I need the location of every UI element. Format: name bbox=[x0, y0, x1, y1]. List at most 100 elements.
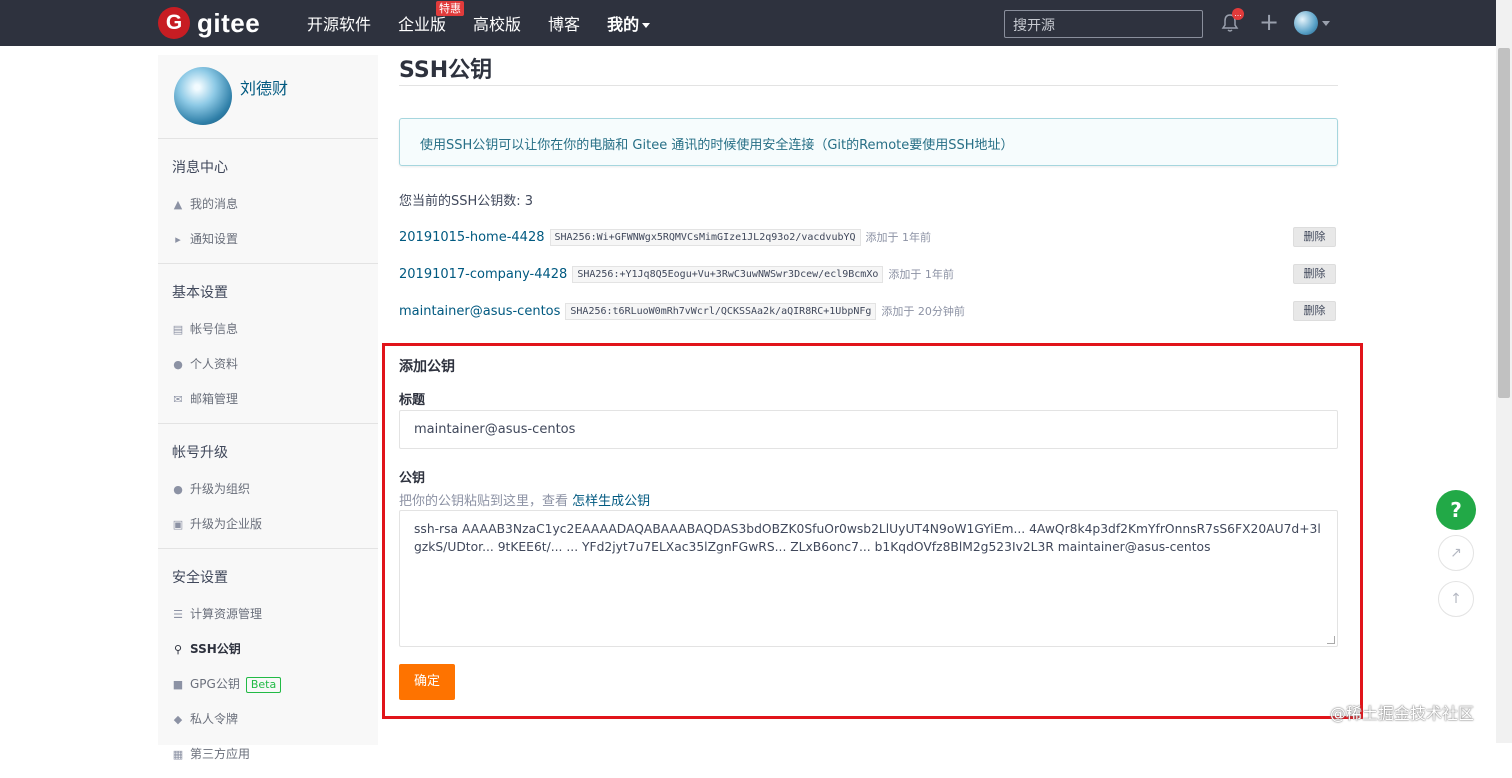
main-nav: 开源软件 企业版 特惠 高校版 博客 我的 bbox=[307, 0, 677, 46]
section-messages: 消息中心 ▲ 我的消息 ▸ 通知设置 bbox=[158, 139, 378, 264]
sidebar-item-email[interactable]: ✉ 邮箱管理 bbox=[158, 382, 378, 417]
share-button[interactable]: ↗ bbox=[1438, 535, 1474, 571]
sidebar-item-upgrade-enterprise[interactable]: ▣ 升级为企业版 bbox=[158, 507, 378, 542]
promo-badge: 特惠 bbox=[436, 1, 465, 16]
ssh-key-row: maintainer@asus-centos SHA256:t6RLuoW0mR… bbox=[399, 300, 1338, 322]
avatar[interactable] bbox=[174, 67, 232, 125]
sidebar-item-third-party-apps[interactable]: ▦ 第三方应用 bbox=[158, 737, 378, 772]
title-label: 标题 bbox=[399, 393, 426, 408]
sidebar-item-private-tokens[interactable]: ◆ 私人令牌 bbox=[158, 702, 378, 737]
section-title: 基本设置 bbox=[172, 285, 228, 301]
beta-badge: Beta bbox=[245, 676, 282, 693]
key-label: 公钥 bbox=[399, 471, 426, 486]
ssh-key-count: 您当前的SSH公钥数: 3 bbox=[399, 194, 534, 209]
nav-mine-label: 我的 bbox=[607, 15, 640, 34]
lock-icon: ■ bbox=[172, 678, 184, 691]
ssh-key-name[interactable]: 20191017-company-4428 bbox=[399, 267, 567, 282]
group-icon: ● bbox=[173, 483, 183, 496]
user-icon: ● bbox=[173, 358, 183, 371]
ssh-key-name[interactable]: 20191015-home-4428 bbox=[399, 230, 545, 245]
resize-handle-icon[interactable] bbox=[1327, 636, 1335, 644]
key-icon: ⚲ bbox=[173, 643, 183, 656]
sidebar-item-label: 升级为组织 bbox=[190, 482, 251, 496]
nav-blog[interactable]: 博客 bbox=[548, 11, 580, 35]
scrollbar-thumb[interactable] bbox=[1498, 48, 1510, 398]
notification-badge: ... bbox=[1232, 8, 1244, 20]
sidebar-item-label: 升级为企业版 bbox=[190, 517, 263, 531]
settings-sidebar: 刘德财 消息中心 ▲ 我的消息 ▸ 通知设置 基本设置 ▤ 帐号信息 ● 个人资料 ✉ 邮… bbox=[158, 55, 378, 761]
plus-icon[interactable]: + bbox=[1259, 10, 1279, 34]
sidebar-item-label: 个人资料 bbox=[190, 357, 239, 371]
ssh-key-fingerprint: SHA256:t6RLuoW0mRh7vWcrl/QCKSSAa2k/aQIR8… bbox=[565, 302, 877, 320]
delete-key-button[interactable]: 删除 bbox=[1293, 264, 1336, 284]
delete-key-button[interactable]: 删除 bbox=[1293, 301, 1336, 321]
nav-enterprise[interactable]: 企业版 特惠 bbox=[398, 1, 465, 35]
ssh-key-fingerprint: SHA256:+Y1Jq8Q5Eogu+Vu+3RwC3uwNWSwr3Dcew… bbox=[572, 265, 884, 283]
sidebar-item-label: 私人令牌 bbox=[190, 712, 239, 726]
nav-mine[interactable]: 我的 bbox=[607, 11, 651, 35]
sidebar-item-account-info[interactable]: ▤ 帐号信息 bbox=[158, 312, 378, 347]
building-icon: ▣ bbox=[172, 518, 184, 531]
back-to-top-button[interactable]: ↑ bbox=[1438, 581, 1474, 617]
how-to-generate-link[interactable]: 怎样生成公钥 bbox=[572, 494, 650, 509]
key-title-input[interactable]: maintainer@asus-centos bbox=[399, 410, 1338, 449]
bell-icon: ▲ bbox=[173, 198, 183, 211]
search-input[interactable]: 搜开源 bbox=[1004, 10, 1203, 38]
section-security: 安全设置 ☰ 计算资源管理 ⚲ SSH公钥 ■ GPG公钥 Beta ◆ 私人令牌 ▦ 第三… bbox=[158, 549, 378, 778]
gitee-logo-text: gitee bbox=[197, 7, 261, 38]
profile-card: 刘德财 bbox=[158, 55, 378, 139]
sidebar-item-label: SSH公钥 bbox=[190, 642, 241, 656]
ssh-key-added-time: 添加于 20分钟前 bbox=[881, 305, 965, 318]
username-link[interactable]: 刘德财 bbox=[240, 75, 288, 99]
section-title: 安全设置 bbox=[172, 570, 228, 586]
ssh-key-added-time: 添加于 1年前 bbox=[865, 231, 932, 244]
sidebar-item-upgrade-org[interactable]: ● 升级为组织 bbox=[158, 472, 378, 507]
help-button[interactable]: ? bbox=[1436, 490, 1476, 530]
sidebar-item-label: GPG公钥 bbox=[190, 677, 240, 691]
ssh-key-name[interactable]: maintainer@asus-centos bbox=[399, 304, 560, 319]
submit-button[interactable]: 确定 bbox=[399, 664, 455, 700]
delete-key-button[interactable]: 删除 bbox=[1293, 227, 1336, 247]
sidebar-item-ssh-keys[interactable]: ⚲ SSH公钥 bbox=[158, 632, 378, 667]
sidebar-item-notification-settings[interactable]: ▸ 通知设置 bbox=[158, 222, 378, 257]
nav-university[interactable]: 高校版 bbox=[473, 11, 521, 35]
volume-icon: ▸ bbox=[175, 233, 181, 246]
share-icon: ↗ bbox=[1450, 545, 1462, 561]
watermark: @稀土掘金技术社区 bbox=[1330, 704, 1475, 723]
section-basic: 基本设置 ▤ 帐号信息 ● 个人资料 ✉ 邮箱管理 bbox=[158, 264, 378, 424]
avatar-chevron-down-icon[interactable] bbox=[1322, 21, 1330, 26]
add-key-heading: 添加公钥 bbox=[399, 359, 455, 375]
sidebar-item-profile[interactable]: ● 个人资料 bbox=[158, 347, 378, 382]
title-divider bbox=[399, 85, 1338, 86]
mail-icon: ✉ bbox=[173, 393, 183, 406]
sidebar-item-label: 帐号信息 bbox=[190, 322, 239, 336]
sidebar-item-label: 第三方应用 bbox=[190, 747, 251, 761]
sidebar-item-label: 通知设置 bbox=[190, 232, 239, 246]
app-icon: ▦ bbox=[172, 748, 184, 761]
gitee-logo[interactable]: G gitee bbox=[158, 7, 260, 39]
section-upgrade: 帐号升级 ● 升级为组织 ▣ 升级为企业版 bbox=[158, 424, 378, 549]
public-key-textarea[interactable]: ssh-rsa AAAAB3NzaC1yc2EAAAADAQABAAABAQDA… bbox=[399, 510, 1338, 647]
sidebar-item-gpg-keys[interactable]: ■ GPG公钥 Beta bbox=[158, 667, 378, 702]
sidebar-item-label: 我的消息 bbox=[190, 197, 239, 211]
section-title: 消息中心 bbox=[172, 160, 228, 176]
sidebar-item-label: 计算资源管理 bbox=[190, 607, 263, 621]
info-message: 使用SSH公钥可以让你在你的电脑和 Gitee 通讯的时候使用安全连接（Git的… bbox=[399, 118, 1338, 166]
sidebar-item-compute-resources[interactable]: ☰ 计算资源管理 bbox=[158, 597, 378, 632]
section-title: 帐号升级 bbox=[172, 445, 228, 461]
ssh-key-added-time: 添加于 1年前 bbox=[888, 268, 954, 281]
gitee-logo-icon: G bbox=[158, 7, 190, 39]
nav-enterprise-label: 企业版 bbox=[398, 15, 447, 34]
ssh-key-fingerprint: SHA256:Wi+GFWNWgx5RQMVCsMimGIze1JL2q93o2… bbox=[549, 228, 861, 246]
list-icon: ☰ bbox=[173, 608, 183, 621]
nav-open-source[interactable]: 开源软件 bbox=[307, 11, 371, 35]
id-card-icon: ▤ bbox=[172, 323, 184, 336]
arrow-up-icon: ↑ bbox=[1450, 591, 1462, 607]
user-avatar[interactable] bbox=[1294, 11, 1318, 35]
hint-text: 把你的公钥粘贴到这里，查看 bbox=[399, 494, 569, 509]
sidebar-item-label: 邮箱管理 bbox=[190, 392, 239, 406]
ssh-key-row: 20191015-home-4428 SHA256:Wi+GFWNWgx5RQM… bbox=[399, 226, 1338, 248]
chevron-down-icon bbox=[642, 23, 651, 28]
token-icon: ◆ bbox=[173, 713, 183, 726]
sidebar-item-my-messages[interactable]: ▲ 我的消息 bbox=[158, 187, 378, 222]
